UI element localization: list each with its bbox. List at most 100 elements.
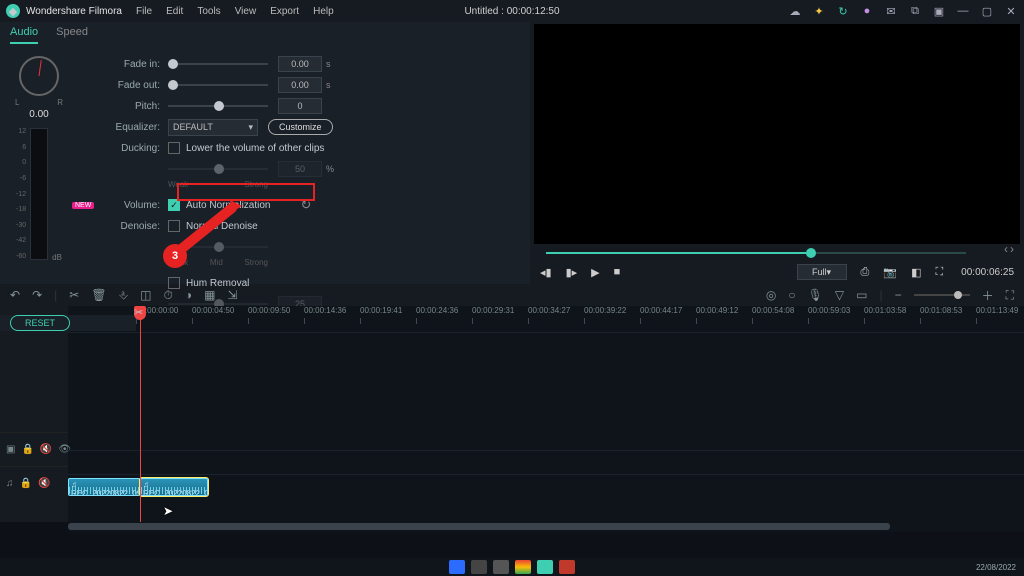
meter-scale: 1260-6-12-18-30-42-60	[16, 128, 26, 260]
audio-clip-1[interactable]: ♫ REC_20220822_09…	[68, 478, 140, 496]
taskbar-app-icon[interactable]	[559, 560, 575, 574]
fade-out-slider[interactable]	[168, 84, 268, 86]
snapshot-icon[interactable]: 📷	[883, 266, 897, 279]
taskbar-chrome-icon[interactable]	[515, 560, 531, 574]
fade-in-slider[interactable]	[168, 63, 268, 65]
cut-icon[interactable]: ✂	[69, 288, 79, 302]
expand-icon[interactable]: ⇲	[227, 288, 237, 302]
timeline-scrollbar[interactable]	[68, 522, 1024, 532]
stop-icon[interactable]: ■	[614, 266, 621, 278]
timeline-ruler[interactable]: 00:00:00:0000:00:04:5000:00:09:5000:00:1…	[136, 306, 1024, 332]
mixer-icon[interactable]: ◎	[766, 288, 776, 302]
ducking-checkbox[interactable]	[168, 142, 180, 154]
play-icon[interactable]: ▶	[591, 266, 599, 279]
fade-out-value[interactable]: 0.00	[278, 77, 322, 93]
capture-icon[interactable]: ⎙	[861, 266, 870, 279]
equalizer-select[interactable]: DEFAULT▾	[168, 119, 258, 136]
playhead-handle-icon[interactable]: ✂	[134, 306, 146, 320]
playhead[interactable]: ✂	[140, 306, 141, 522]
meter-unit: dB	[52, 253, 62, 262]
tab-speed[interactable]: Speed	[56, 26, 88, 44]
ruler-tick: 00:01:13:49	[976, 306, 1018, 315]
redo-icon[interactable]: ↷	[32, 288, 42, 302]
taskbar-start-icon[interactable]	[449, 560, 465, 574]
user-icon[interactable]: ●	[860, 4, 874, 18]
menu-export[interactable]: Export	[270, 6, 299, 17]
step-back-icon[interactable]: ◂▮	[540, 266, 552, 279]
maximize-icon[interactable]: ▢	[980, 4, 994, 18]
zoom-out-icon[interactable]: −	[895, 288, 902, 302]
taskbar-filmora-icon[interactable]	[537, 560, 553, 574]
step-fwd-icon[interactable]: ▮▸	[566, 266, 578, 279]
auto-normalization-label: Auto Normalization	[186, 200, 270, 211]
delete-icon[interactable]: 🗑	[91, 288, 106, 302]
next-marker-icon[interactable]: ›	[1010, 242, 1014, 256]
zoom-fit-icon[interactable]: ⛶	[1006, 288, 1014, 303]
menu-edit[interactable]: Edit	[166, 6, 183, 17]
menu-tools[interactable]: Tools	[197, 6, 220, 17]
auto-normalization-checkbox[interactable]: ✓	[168, 199, 180, 211]
crop-icon[interactable]: ◫	[140, 288, 151, 302]
fade-in-label: Fade in:	[98, 59, 160, 70]
split-icon[interactable]: ⎀	[119, 288, 129, 303]
menu-help[interactable]: Help	[313, 6, 334, 17]
denoise-slider	[168, 246, 268, 248]
zoom-in-icon[interactable]: ＋	[982, 287, 994, 304]
ruler-tick: 00:00:24:36	[416, 306, 458, 315]
new-project-icon[interactable]: ⧉	[908, 4, 922, 18]
markers-icon[interactable]: ◧	[911, 266, 921, 279]
pan-left-label: L	[15, 98, 19, 107]
menu-view[interactable]: View	[235, 6, 257, 17]
customize-button[interactable]: Customize	[268, 119, 333, 135]
ruler-tick: 00:01:03:58	[864, 306, 906, 315]
taskbar-date[interactable]: 22/08/2022	[976, 563, 1016, 572]
refresh-icon[interactable]: ↻	[300, 197, 311, 213]
hum-slider	[168, 303, 268, 305]
prev-marker-icon[interactable]: ‹	[1004, 242, 1008, 256]
cloud-icon[interactable]: ☁	[788, 4, 802, 18]
ruler-tick: 00:00:34:27	[528, 306, 570, 315]
pan-knob[interactable]	[19, 56, 59, 96]
menu-file[interactable]: File	[136, 6, 152, 17]
undo-icon[interactable]: ↶	[10, 288, 20, 302]
video-track-head[interactable]: ▣ 🔒 🔇 👁	[0, 432, 68, 466]
tab-audio[interactable]: Audio	[10, 26, 38, 44]
ruler-tick: 00:00:04:50	[192, 306, 234, 315]
ruler-tick: 00:00:19:41	[360, 306, 402, 315]
level-meter	[30, 128, 48, 260]
render-icon[interactable]: ▭	[856, 288, 867, 302]
reset-button[interactable]: RESET	[10, 315, 70, 331]
speed-icon[interactable]: ⏱	[164, 288, 173, 303]
audio-track-head[interactable]: ♫ 🔒 🔇	[0, 466, 68, 500]
premium-icon[interactable]: ✦	[812, 4, 826, 18]
taskbar-explorer-icon[interactable]	[493, 560, 509, 574]
marker-icon[interactable]: ▽	[835, 288, 844, 302]
fullscreen-icon[interactable]: ⛶	[935, 266, 943, 279]
sync-icon[interactable]: ↻	[836, 4, 850, 18]
preview-video[interactable]	[534, 24, 1020, 244]
message-icon[interactable]: ✉	[884, 4, 898, 18]
open-icon[interactable]: ▣	[932, 4, 946, 18]
minimize-icon[interactable]: —	[956, 4, 970, 18]
denoise-checkbox[interactable]	[168, 220, 180, 232]
color-icon[interactable]: ◑	[185, 288, 192, 302]
quality-select[interactable]: Full ▾	[797, 264, 847, 280]
preview-progress[interactable]	[546, 250, 966, 256]
audio-clip-2[interactable]: ♫ REC_20220822_09…	[140, 478, 208, 496]
ruler-tick: 00:00:59:03	[808, 306, 850, 315]
pitch-value[interactable]: 0	[278, 98, 322, 114]
hum-removal-label: Hum Removal	[186, 278, 249, 289]
pitch-slider[interactable]	[168, 105, 268, 107]
greenscreen-icon[interactable]: ▦	[204, 288, 215, 302]
close-icon[interactable]: ✕	[1004, 4, 1018, 18]
equalizer-label: Equalizer:	[98, 122, 160, 133]
audio-track-lane[interactable]: ♫ REC_20220822_09… ♫ REC_20220822_09…	[68, 474, 1024, 500]
app-name: Wondershare Filmora	[26, 6, 122, 17]
pan-right-label: R	[57, 98, 63, 107]
fade-in-value[interactable]: 0.00	[278, 56, 322, 72]
voiceover-icon[interactable]: ○	[788, 288, 795, 302]
taskbar-search-icon[interactable]	[471, 560, 487, 574]
zoom-slider[interactable]	[914, 294, 970, 296]
video-track-lane[interactable]	[68, 450, 1024, 474]
mic-icon[interactable]: 🎙	[808, 288, 823, 302]
